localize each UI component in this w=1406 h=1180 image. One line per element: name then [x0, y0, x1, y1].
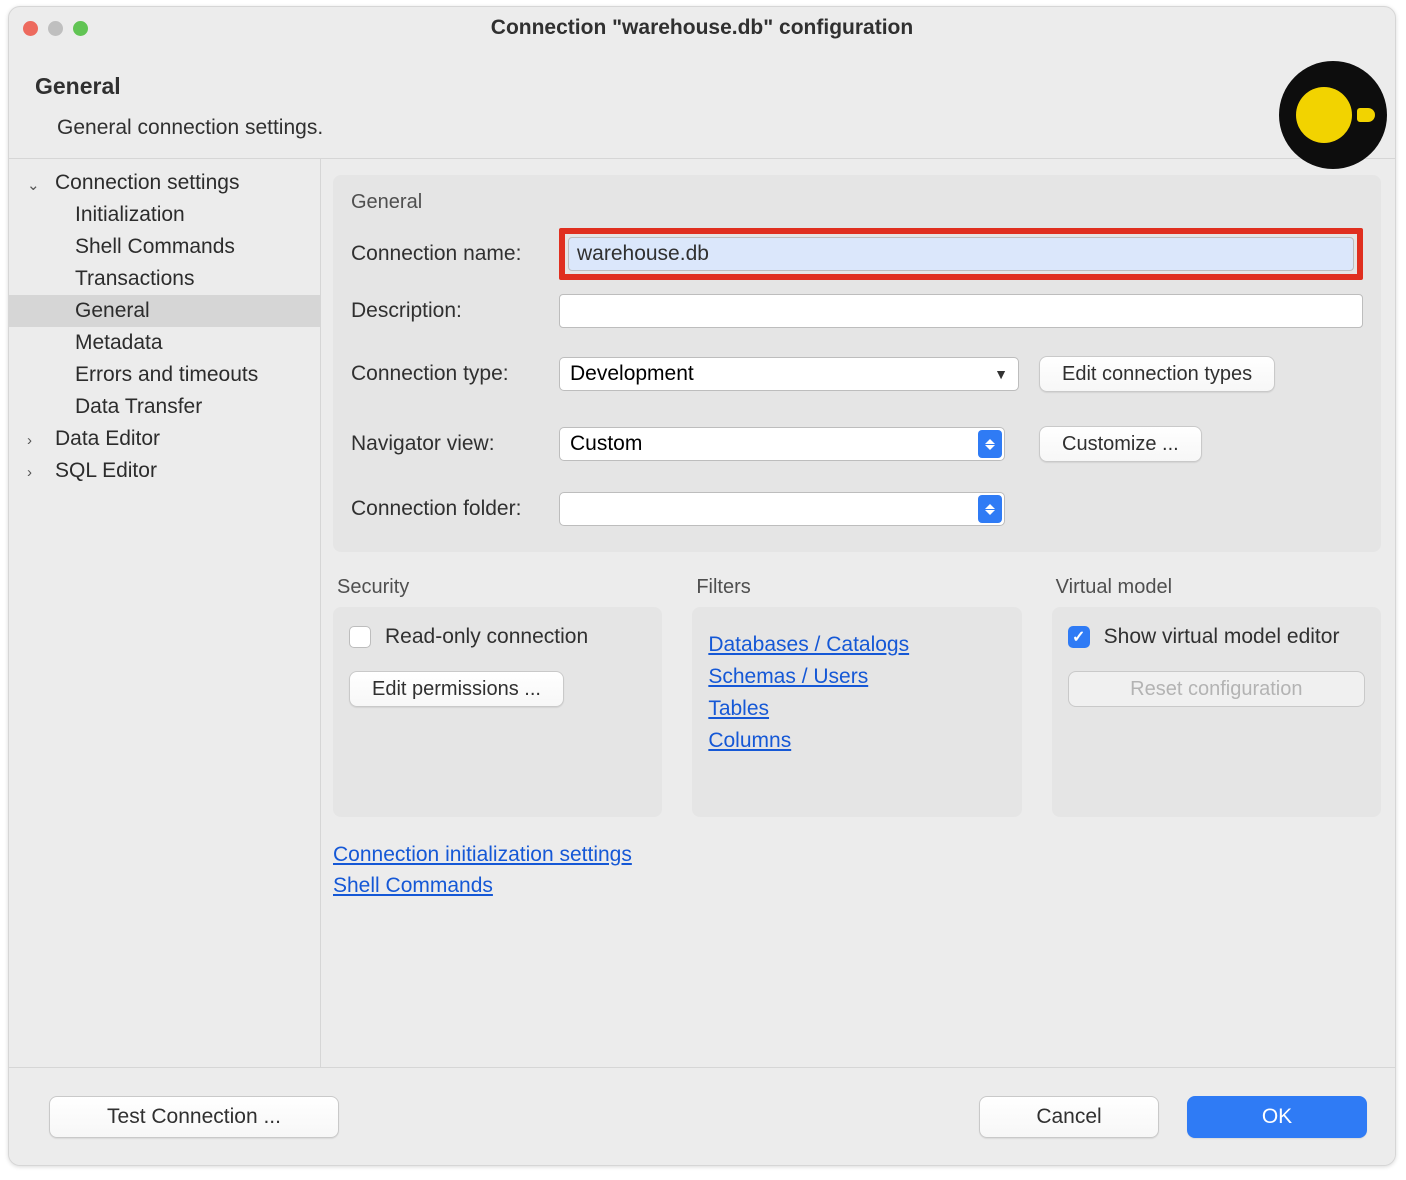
connection-name-input[interactable]	[568, 237, 1354, 271]
dialog-window: Connection "warehouse.db" configuration …	[8, 6, 1396, 1166]
description-label: Description:	[351, 299, 559, 323]
sidebar-item-transactions[interactable]: Transactions	[9, 263, 320, 295]
header-subtitle: General connection settings.	[57, 116, 1365, 140]
sidebar-item-label: General	[75, 299, 150, 322]
bottom-links: Connection initialization settings Shell…	[333, 843, 1381, 898]
connection-name-highlight	[559, 228, 1363, 280]
edit-connection-types-button[interactable]: Edit connection types	[1039, 356, 1275, 392]
ok-button[interactable]: OK	[1187, 1096, 1367, 1138]
sidebar-item-shell-commands[interactable]: Shell Commands	[9, 231, 320, 263]
caret-right-icon: ›	[27, 432, 32, 449]
filters-panel: Filters Databases / Catalogs Schemas / U…	[692, 576, 1021, 817]
connection-type-select[interactable]: Development ▼	[559, 357, 1019, 391]
filter-link-schemas[interactable]: Schemas / Users	[708, 665, 1005, 689]
sidebar-item-general[interactable]: General	[9, 295, 320, 327]
virtual-model-panel: Virtual model Show virtual model editor …	[1052, 576, 1381, 817]
security-title: Security	[333, 576, 662, 599]
customize-button[interactable]: Customize ...	[1039, 426, 1202, 462]
cancel-button[interactable]: Cancel	[979, 1096, 1159, 1138]
navigator-view-select[interactable]: Custom	[559, 427, 1005, 461]
sidebar-item-data-transfer[interactable]: Data Transfer	[9, 391, 320, 423]
filters-title: Filters	[692, 576, 1021, 599]
dialog-body: ⌄ Connection settings Initialization Shel…	[9, 158, 1395, 1067]
sidebar-item-label: Data Transfer	[75, 395, 202, 418]
driver-logo-icon	[1279, 61, 1387, 169]
sidebar-item-label: Metadata	[75, 331, 163, 354]
sidebar-item-initialization[interactable]: Initialization	[9, 199, 320, 231]
dialog-header: General General connection settings.	[9, 49, 1395, 158]
filter-link-columns[interactable]: Columns	[708, 729, 1005, 753]
caret-right-icon: ›	[27, 464, 32, 481]
row-connection-type: Connection type: Development ▼ Edit conn…	[351, 356, 1363, 392]
show-virtual-checkbox-row[interactable]: Show virtual model editor	[1068, 625, 1365, 649]
settings-tree: ⌄ Connection settings Initialization Shel…	[9, 167, 320, 487]
test-connection-button[interactable]: Test Connection ...	[49, 1096, 339, 1138]
general-group: General Connection name: Description: Co…	[333, 175, 1381, 552]
sidebar-item-sql-editor[interactable]: › SQL Editor	[9, 455, 320, 487]
sidebar-item-label: Connection settings	[55, 171, 239, 194]
edit-permissions-button[interactable]: Edit permissions ...	[349, 671, 564, 707]
row-connection-folder: Connection folder:	[351, 492, 1363, 526]
caret-down-icon: ⌄	[27, 176, 40, 194]
description-input[interactable]	[559, 294, 1363, 328]
sidebar-item-label: Initialization	[75, 203, 185, 226]
connection-name-label: Connection name:	[351, 242, 559, 266]
group-label: General	[351, 191, 1363, 214]
row-navigator-view: Navigator view: Custom Customize ...	[351, 426, 1363, 462]
window-title: Connection "warehouse.db" configuration	[9, 16, 1395, 40]
readonly-checkbox[interactable]	[349, 626, 371, 648]
sidebar-item-data-editor[interactable]: › Data Editor	[9, 423, 320, 455]
sidebar-item-label: SQL Editor	[55, 459, 157, 482]
sidebar-item-metadata[interactable]: Metadata	[9, 327, 320, 359]
filter-link-tables[interactable]: Tables	[708, 697, 1005, 721]
link-shell-commands[interactable]: Shell Commands	[333, 874, 1381, 898]
sidebar-item-label: Shell Commands	[75, 235, 235, 258]
dropdown-arrow-icon: ▼	[994, 366, 1008, 382]
panels-row: Security Read-only connection Edit permi…	[333, 576, 1381, 817]
navigator-view-label: Navigator view:	[351, 432, 559, 456]
show-virtual-label: Show virtual model editor	[1104, 625, 1340, 649]
reset-configuration-button: Reset configuration	[1068, 671, 1365, 707]
security-panel: Security Read-only connection Edit permi…	[333, 576, 662, 817]
settings-sidebar: ⌄ Connection settings Initialization Shel…	[9, 159, 321, 1067]
titlebar: Connection "warehouse.db" configuration	[9, 7, 1395, 49]
filter-link-databases[interactable]: Databases / Catalogs	[708, 633, 1005, 657]
stepper-icon	[978, 430, 1002, 458]
sidebar-item-errors-timeouts[interactable]: Errors and timeouts	[9, 359, 320, 391]
connection-type-label: Connection type:	[351, 362, 559, 386]
row-description: Description:	[351, 294, 1363, 328]
readonly-checkbox-row[interactable]: Read-only connection	[349, 625, 646, 649]
stepper-icon	[978, 495, 1002, 523]
settings-main: General Connection name: Description: Co…	[321, 159, 1395, 1067]
navigator-view-value: Custom	[570, 432, 642, 456]
connection-folder-select[interactable]	[559, 492, 1005, 526]
show-virtual-checkbox[interactable]	[1068, 626, 1090, 648]
sidebar-item-label: Transactions	[75, 267, 194, 290]
dialog-footer: Test Connection ... Cancel OK	[9, 1067, 1395, 1165]
sidebar-item-label: Errors and timeouts	[75, 363, 258, 386]
link-connection-init-settings[interactable]: Connection initialization settings	[333, 843, 1381, 867]
connection-folder-label: Connection folder:	[351, 497, 559, 521]
sidebar-item-connection-settings[interactable]: ⌄ Connection settings	[9, 167, 320, 199]
header-title: General	[35, 73, 1365, 100]
connection-type-value: Development	[570, 362, 694, 386]
sidebar-item-label: Data Editor	[55, 427, 160, 450]
readonly-label: Read-only connection	[385, 625, 588, 649]
virtual-title: Virtual model	[1052, 576, 1381, 599]
row-connection-name: Connection name:	[351, 228, 1363, 280]
